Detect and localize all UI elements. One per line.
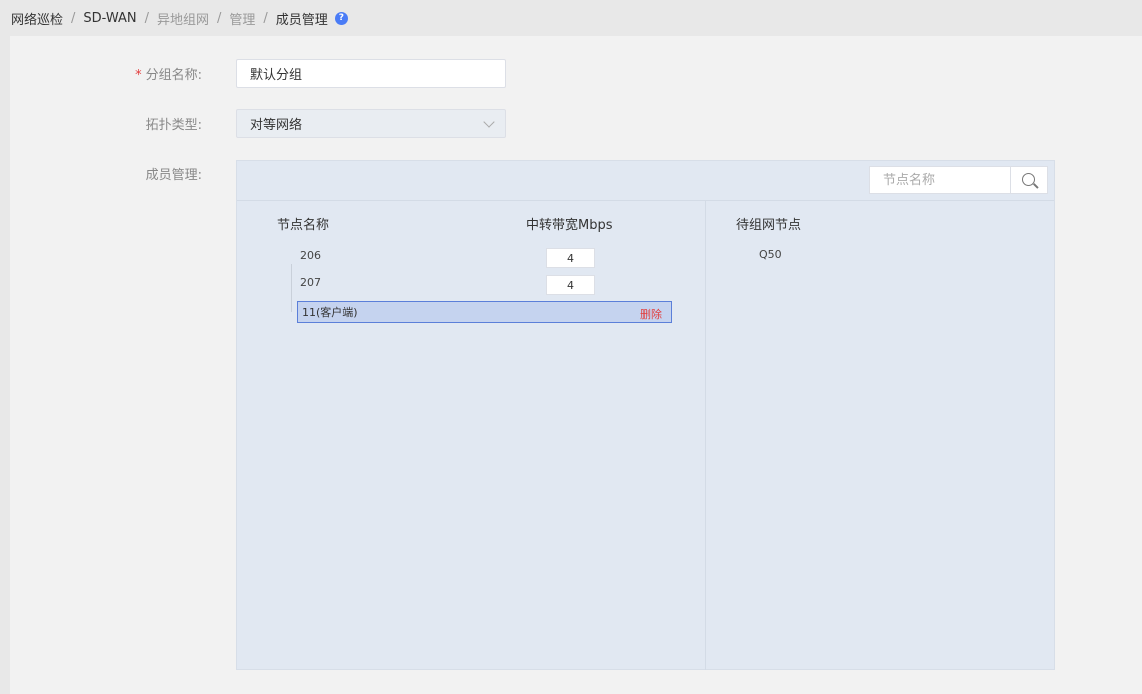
search-icon-handle: [1033, 183, 1039, 189]
member-transfer-panel: 节点名称 中转带宽Mbps 待组网节点 206 4 207 4 11(客户端) …: [236, 160, 1055, 670]
breadcrumb-item-members: 成员管理: [275, 12, 328, 28]
group-name-label-text: 分组名称:: [145, 68, 202, 83]
topology-label: 拓扑类型:: [145, 118, 202, 133]
tree-connector: [291, 264, 292, 312]
topology-value: 对等网络: [250, 118, 303, 133]
pending-node-item[interactable]: Q50: [759, 248, 782, 261]
breadcrumb-item-sdwan[interactable]: SD-WAN: [83, 11, 136, 26]
group-name-label: * 分组名称:: [135, 64, 202, 83]
delete-link[interactable]: 删除: [640, 306, 662, 322]
group-name-value: 默认分组: [250, 68, 303, 83]
main-content: *分组名称: 默认分组 拓扑类型: 对等网络 成员管理: 节点名称 中转带宽Mb…: [10, 36, 1142, 694]
breadcrumb-separator: /: [144, 10, 149, 26]
group-name-input[interactable]: 默认分组: [236, 59, 506, 88]
member-node-name[interactable]: 206: [300, 249, 321, 262]
selected-member-row[interactable]: 11(客户端) 删除: [297, 301, 672, 323]
chevron-down-icon: [483, 116, 495, 128]
column-node-name: 节点名称: [277, 218, 330, 233]
node-search-box: [869, 166, 1048, 194]
column-pending-nodes: 待组网节点: [736, 218, 802, 233]
breadcrumb-separator: /: [263, 10, 268, 26]
breadcrumb-separator: /: [217, 10, 222, 26]
relay-bandwidth-input[interactable]: 4: [546, 248, 595, 268]
selected-node-name: 11(客户端): [302, 306, 358, 319]
search-button[interactable]: [1010, 167, 1047, 193]
required-mark: *: [135, 68, 142, 83]
column-relay-bandwidth: 中转带宽Mbps: [526, 218, 613, 233]
topology-select[interactable]: 对等网络: [236, 109, 506, 138]
node-search-input[interactable]: [870, 167, 1010, 193]
member-panel-toolbar: [237, 161, 1054, 201]
panel-divider: [705, 201, 706, 670]
relay-bandwidth-input[interactable]: 4: [546, 275, 595, 295]
breadcrumb-item-inspection[interactable]: 网络巡检: [11, 9, 63, 28]
breadcrumb: 网络巡检 / SD-WAN / 异地组网 / 管理 / 成员管理 ?: [0, 0, 1142, 36]
breadcrumb-item-manage[interactable]: 管理: [229, 9, 255, 28]
member-node-name[interactable]: 207: [300, 276, 321, 289]
help-icon[interactable]: ?: [334, 11, 348, 25]
breadcrumb-separator: /: [71, 10, 76, 26]
breadcrumb-item-remote-network[interactable]: 异地组网: [157, 9, 209, 28]
member-management-label: 成员管理:: [145, 168, 202, 183]
